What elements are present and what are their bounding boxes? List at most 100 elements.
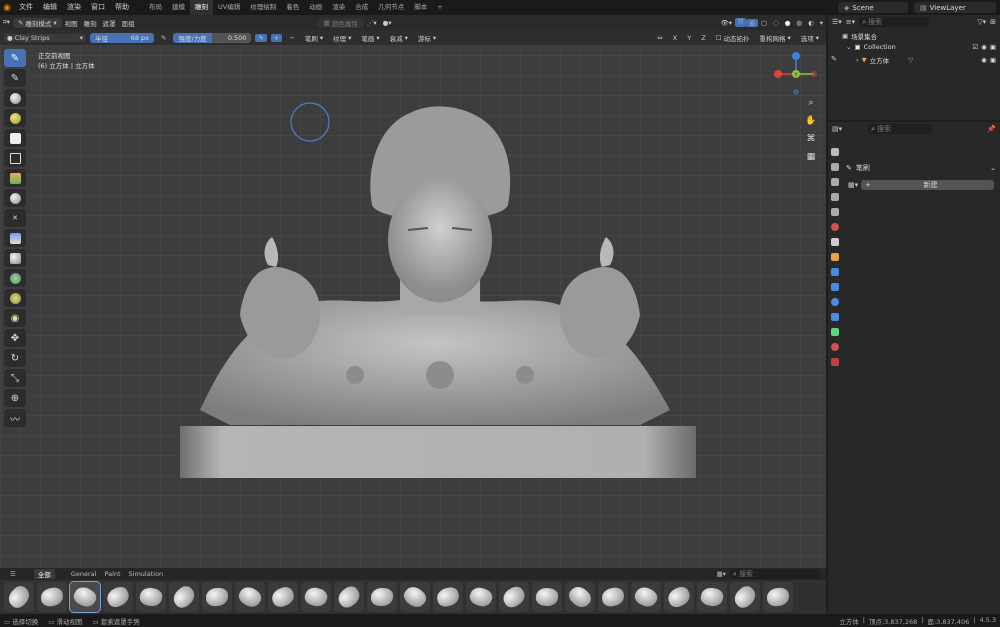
shelf-tab-all[interactable]: 全部: [33, 569, 55, 579]
expand-arrow-icon[interactable]: ›: [856, 56, 859, 64]
tab-modifier-icon[interactable]: [831, 268, 839, 276]
tab-scene-icon[interactable]: [831, 208, 839, 216]
brush-asset[interactable]: [301, 582, 331, 612]
menu-cursor[interactable]: 游标 ▾: [415, 33, 439, 43]
brush-asset[interactable]: [532, 582, 562, 612]
brush-asset[interactable]: [103, 582, 133, 612]
brush-asset[interactable]: [433, 582, 463, 612]
tab-uv-editing[interactable]: UV编辑: [213, 0, 245, 15]
menu-falloff[interactable]: 衰减 ▾: [387, 33, 411, 43]
brush-asset[interactable]: [169, 582, 199, 612]
brush-asset[interactable]: [400, 582, 430, 612]
radius-field[interactable]: 半径 68 px: [90, 32, 154, 43]
tab-world-icon[interactable]: [831, 223, 839, 231]
shelf-search-input[interactable]: ⌕ 搜索: [730, 569, 820, 579]
render-camera-icon[interactable]: ▣: [990, 56, 996, 64]
brush-asset[interactable]: [565, 582, 595, 612]
outliner-search-input[interactable]: ⌕ 搜索: [859, 17, 930, 27]
shading-solid-icon[interactable]: ●: [782, 19, 794, 27]
pivot-dropdown[interactable]: ⋰▾: [364, 19, 380, 27]
options-dropdown[interactable]: 选项 ▾: [798, 33, 822, 43]
tab-rendering[interactable]: 渲染: [327, 0, 350, 15]
tool-mask[interactable]: [4, 89, 26, 107]
tool-cloth-filter[interactable]: [4, 249, 26, 267]
tab-collection-icon[interactable]: [831, 238, 839, 246]
funnel-icon[interactable]: ▽▾: [977, 18, 986, 26]
tab-texture-paint[interactable]: 纹理绘制: [245, 0, 281, 15]
brush-asset[interactable]: [136, 582, 166, 612]
pin-icon[interactable]: 📌: [987, 125, 996, 133]
tab-material-icon[interactable]: [831, 343, 839, 351]
outliner-row-collection[interactable]: ⌄ ▣ Collection ☑ ◉ ▣: [846, 43, 996, 51]
new-brush-button[interactable]: + 新建: [861, 180, 994, 190]
tab-constraints-icon[interactable]: [831, 313, 839, 321]
radius-pressure-icon[interactable]: ✎: [158, 34, 169, 42]
shelf-menu-icon[interactable]: ☰: [6, 570, 20, 578]
tool-color-filter[interactable]: [4, 269, 26, 287]
tab-animation[interactable]: 动画: [304, 0, 327, 15]
tool-mask-by-color[interactable]: ◉: [4, 309, 26, 327]
brush-asset[interactable]: [202, 582, 232, 612]
render-camera-icon[interactable]: ▣: [990, 43, 996, 51]
strength-field[interactable]: 强度/力度 0.500: [173, 32, 252, 43]
proportional-dropdown[interactable]: ●▾: [380, 19, 395, 27]
tool-face-set[interactable]: [4, 109, 26, 127]
tab-shading[interactable]: 着色: [281, 0, 304, 15]
tool-transform[interactable]: ⊕: [4, 389, 26, 407]
pan-hand-icon[interactable]: ✋: [804, 116, 818, 130]
expand-arrow-icon[interactable]: ⌄: [846, 43, 851, 51]
menu-edit[interactable]: 编辑: [38, 0, 62, 15]
shelf-tab-general[interactable]: General: [67, 570, 101, 578]
strength-pressure-icon[interactable]: ✎: [255, 33, 267, 42]
tab-view-layer-icon[interactable]: [831, 193, 839, 201]
xray-icon[interactable]: ▢: [758, 19, 770, 27]
brush-asset[interactable]: [69, 581, 101, 613]
tool-scale[interactable]: ⤡: [4, 369, 26, 387]
gizmo-neg-x-icon[interactable]: [811, 71, 817, 77]
tool-paint-brush[interactable]: ✎: [4, 69, 26, 87]
tab-scripting[interactable]: 脚本: [409, 0, 432, 15]
outliner-filter-icon[interactable]: ≡▾: [846, 18, 855, 26]
tab-tool-icon[interactable]: [831, 148, 839, 156]
shelf-display-icon[interactable]: ▦▾: [713, 570, 730, 578]
brush-asset[interactable]: [367, 582, 397, 612]
shading-wireframe-icon[interactable]: ◌: [770, 19, 782, 27]
brush-asset[interactable]: [631, 582, 661, 612]
tab-modeling[interactable]: 建模: [167, 0, 190, 15]
brush-asset[interactable]: [466, 582, 496, 612]
gizmo-neg-z-icon[interactable]: [793, 89, 799, 95]
tool-box-hide[interactable]: [4, 149, 26, 167]
tool-move[interactable]: ✥: [4, 329, 26, 347]
menu-brush[interactable]: 笔刷 ▾: [302, 33, 326, 43]
shading-material-icon[interactable]: ◍: [793, 19, 805, 27]
tool-box-face-set[interactable]: [4, 169, 26, 187]
tab-data-icon[interactable]: [831, 328, 839, 336]
shading-rendered-icon[interactable]: ◐: [805, 19, 817, 27]
tab-output-icon[interactable]: [831, 178, 839, 186]
tool-annotate[interactable]: 〰: [4, 409, 26, 427]
gizmo-x-icon[interactable]: [774, 70, 782, 78]
brush-asset[interactable]: [499, 582, 529, 612]
brush-asset[interactable]: [598, 582, 628, 612]
tool-box-mask[interactable]: [4, 129, 26, 147]
scene-selector[interactable]: ◈ Scene: [838, 2, 908, 13]
checker-icon[interactable]: ▦▾: [848, 181, 858, 189]
tool-line-project[interactable]: ✕: [4, 209, 26, 227]
tab-compositing[interactable]: 合成: [350, 0, 373, 15]
outliner-row-scene-collection[interactable]: ▣ 场景集合: [842, 31, 877, 41]
symmetry-icon[interactable]: ⇔: [654, 34, 665, 42]
visibility-icon[interactable]: 👁▾: [718, 19, 736, 27]
brush-asset[interactable]: [730, 582, 760, 612]
menu-window[interactable]: 窗口: [86, 0, 110, 15]
tab-sculpting[interactable]: 雕刻: [190, 0, 213, 15]
gizmo-z-icon[interactable]: [792, 52, 800, 60]
new-collection-icon[interactable]: ⊞: [990, 18, 996, 26]
menu-render[interactable]: 渲染: [62, 0, 86, 15]
tab-object-icon[interactable]: [831, 253, 839, 261]
brush-asset[interactable]: [697, 582, 727, 612]
eyedropper-icon[interactable]: ✎: [831, 55, 837, 63]
mode-selector[interactable]: ✎ 雕刻模式 ▾: [12, 17, 62, 28]
direction-add-button[interactable]: +: [270, 33, 283, 42]
3d-viewport[interactable]: [0, 15, 826, 568]
dyntopo-toggle[interactable]: ☐ 动态拓扑: [713, 33, 753, 43]
